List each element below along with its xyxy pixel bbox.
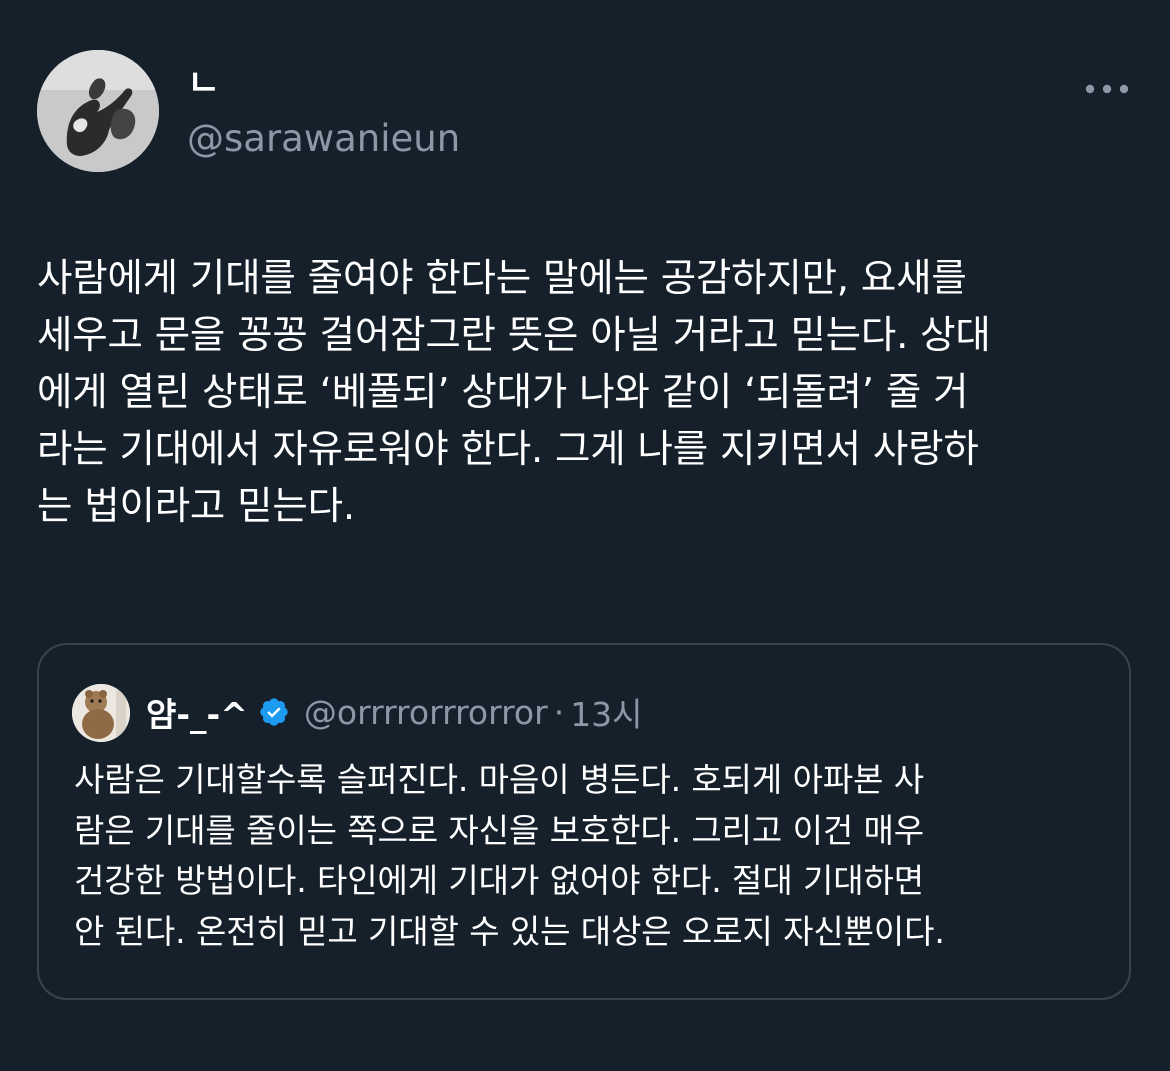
tweet-text-line: 에게 열린 상태로 ‘베풀되’ 상대가 나와 같이 ‘되돌려’ 줄 거	[37, 370, 969, 415]
more-options-button[interactable]	[1078, 74, 1136, 104]
tweet-text-line: 라는 기대에서 자유로워야 한다. 그게 나를 지키면서 사랑하	[37, 427, 979, 472]
author-display-name[interactable]: ㄴ	[187, 62, 220, 106]
more-horizontal-icon	[1085, 84, 1129, 94]
verified-badge-icon	[260, 698, 288, 726]
tweet-text-line: 세우고 문을 꽁꽁 걸어잠그란 뜻은 아닐 거라고 믿는다. 상대	[37, 313, 991, 358]
quoted-author-display-name[interactable]: 얌-_-^	[146, 688, 248, 736]
tweet-text-line: 사람에게 기대를 줄여야 한다는 말에는 공감하지만, 요새를	[37, 256, 967, 301]
quoted-tweet-header: 얌-_-^ @orrrrorrrorror · 13시	[146, 687, 643, 737]
tweet-text-line: 는 법이라고 믿는다.	[37, 484, 355, 529]
quoted-text-line: 안 된다. 온전히 믿고 기대할 수 있는 대상은 오로지 자신뿐이다.	[74, 911, 945, 951]
author-avatar[interactable]	[37, 50, 159, 172]
quoted-author-avatar[interactable]	[72, 684, 130, 742]
quoted-tweet-timestamp[interactable]: 13시	[570, 688, 642, 736]
quoted-tweet-text: 사람은 기대할수록 슬퍼진다. 마음이 병든다. 호되게 아파본 사 람은 기대…	[74, 755, 1104, 957]
quoted-text-line: 건강한 방법이다. 타인에게 기대가 없어야 한다. 절대 기대하면	[74, 861, 925, 900]
separator-dot: ·	[553, 692, 565, 732]
quoted-text-line: 사람은 기대할수록 슬퍼진다. 마음이 병든다. 호되게 아파본 사	[74, 760, 925, 799]
quoted-author-handle[interactable]: @orrrrorrrorror	[304, 693, 548, 732]
tweet-text: 사람에게 기대를 줄여야 한다는 말에는 공감하지만, 요새를 세우고 문을 꽁…	[37, 250, 1137, 535]
author-handle[interactable]: @sarawanieun	[187, 116, 460, 162]
quoted-tweet-card[interactable]: 얌-_-^ @orrrrorrrorror · 13시 사람은 기대할수록 슬퍼…	[37, 643, 1131, 1000]
quoted-text-line: 람은 기대를 줄이는 쪽으로 자신을 보호한다. 그리고 이건 매우	[74, 810, 925, 850]
